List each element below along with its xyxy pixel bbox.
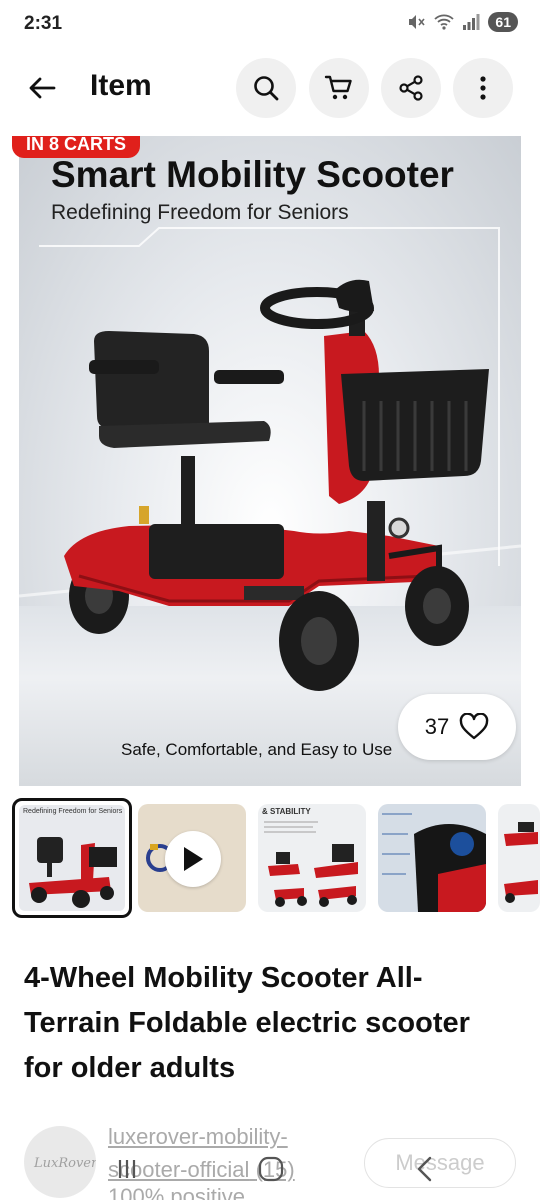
item-title: 4-Wheel Mobility Scooter All-Terrain Fol… <box>24 962 470 1084</box>
watchlist-button[interactable]: 37 <box>398 694 516 760</box>
back-arrow-icon <box>29 77 56 99</box>
controls-closeup-image <box>382 813 486 912</box>
status-bar: 2:31 61 <box>0 0 540 50</box>
wifi-icon <box>434 13 455 31</box>
thumbnail-3[interactable]: & STABILITY <box>258 804 366 912</box>
nav-back-button[interactable] <box>410 1154 440 1184</box>
more-button[interactable] <box>453 58 513 118</box>
watch-count: 37 <box>424 714 450 739</box>
search-icon <box>254 76 279 101</box>
status-icons: 61 <box>406 12 518 32</box>
back-icon <box>417 1156 432 1182</box>
seller-logo: LuxRover <box>34 1156 96 1171</box>
scooter-thumbnail-image <box>504 822 538 903</box>
scooter-illustration <box>19 227 521 691</box>
recent-apps-icon <box>118 1160 136 1178</box>
thumbnail-1[interactable]: Redefining Freedom for Seniors <box>12 798 132 918</box>
heart-icon <box>459 713 489 740</box>
cart-icon <box>324 75 352 100</box>
recent-apps-button[interactable] <box>112 1154 142 1184</box>
app-header: Item <box>0 58 540 118</box>
thumbnail-4[interactable] <box>378 804 486 912</box>
in-carts-badge: IN 8 CARTS <box>12 136 141 158</box>
back-button[interactable] <box>22 68 62 108</box>
seller-avatar[interactable]: LuxRover <box>24 1126 96 1198</box>
thumbnail-2-video[interactable] <box>138 804 246 912</box>
seller-positive-feedback: 100% positive <box>108 1184 245 1200</box>
share-icon <box>399 75 423 101</box>
image-headline: Smart Mobility Scooter <box>51 154 454 195</box>
thumbnail-5[interactable] <box>498 804 540 912</box>
scooter-stability-image <box>264 821 358 907</box>
home-button[interactable] <box>256 1154 286 1184</box>
play-video-button[interactable] <box>165 831 221 887</box>
signal-icon <box>462 13 480 31</box>
image-caption: Safe, Comfortable, and Easy to Use <box>121 740 393 759</box>
seller-name-link[interactable]: luxerover-mobility-scooter-official (15) <box>108 1120 348 1186</box>
status-time: 2:31 <box>24 13 63 34</box>
more-icon <box>480 76 486 100</box>
message-seller-button[interactable]: Message <box>364 1138 516 1188</box>
battery-icon: 61 <box>488 12 518 32</box>
share-button[interactable] <box>381 58 441 118</box>
mute-icon <box>406 13 426 31</box>
scooter-thumbnail-image <box>29 837 117 908</box>
thumbnail-strip: Redefining Freedom for Seniors & STABILI… <box>12 798 540 918</box>
play-icon <box>184 847 203 871</box>
page-title: Item <box>90 69 152 102</box>
image-subheadline: Redefining Freedom for Seniors <box>51 201 349 224</box>
home-icon <box>258 1156 284 1182</box>
cart-button[interactable] <box>309 58 369 118</box>
product-image[interactable]: Smart Mobility Scooter Redefining Freedo… <box>19 136 521 786</box>
search-button[interactable] <box>236 58 296 118</box>
